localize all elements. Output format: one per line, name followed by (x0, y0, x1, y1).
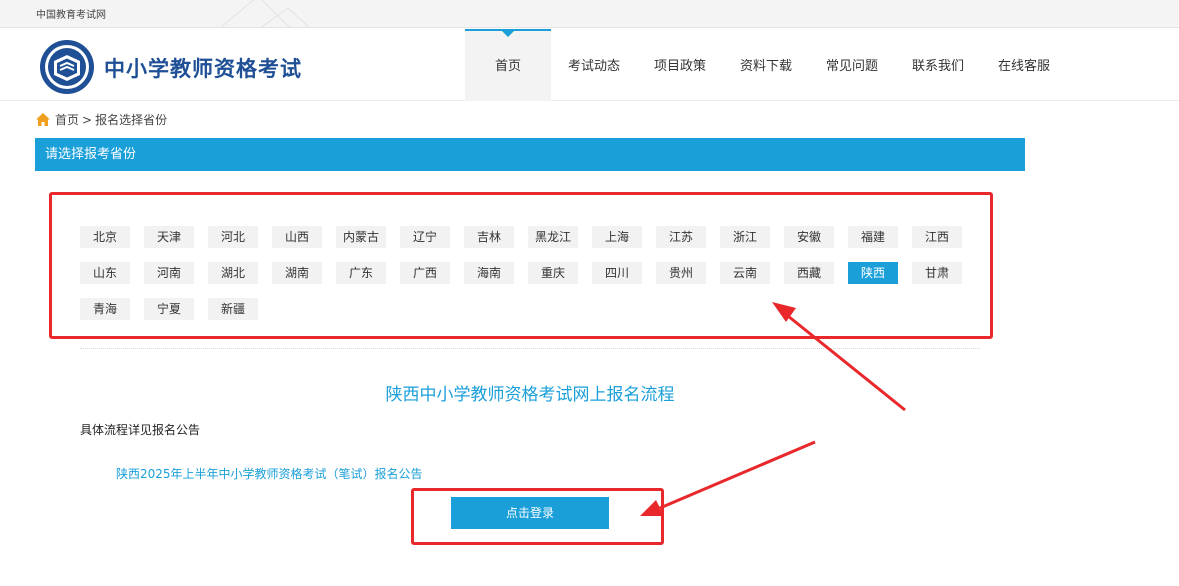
province-button[interactable]: 宁夏 (144, 298, 194, 320)
nav-label: 在线客服 (997, 59, 1050, 74)
registration-notice-link[interactable]: 陕西2025年上半年中小学教师资格考试（笔试）报名公告 (116, 465, 423, 482)
province-button[interactable]: 吉林 (464, 226, 514, 248)
arrow-line-to-login (659, 440, 816, 510)
province-button[interactable]: 湖南 (272, 262, 322, 284)
nav-policy[interactable]: 项目政策 (637, 29, 723, 101)
province-button[interactable]: 江苏 (656, 226, 706, 248)
province-button[interactable]: 青海 (80, 298, 130, 320)
nav-label: 考试动态 (567, 59, 620, 74)
province-button[interactable]: 黑龙江 (528, 226, 578, 248)
province-button[interactable]: 北京 (80, 226, 130, 248)
province-button[interactable]: 安徽 (784, 226, 834, 248)
nav-faq[interactable]: 常见问题 (809, 29, 895, 101)
flow-title: 陕西中小学教师资格考试网上报名流程 (385, 385, 675, 405)
province-button[interactable]: 内蒙古 (336, 226, 386, 248)
province-button[interactable]: 甘肃 (912, 262, 962, 284)
province-button[interactable]: 广西 (400, 262, 450, 284)
province-row: 北京 天津 河北 山西 内蒙古 辽宁 吉林 黑龙江 上海 江苏 浙江 安徽 福建 江西 (80, 226, 980, 248)
province-button[interactable]: 贵州 (656, 262, 706, 284)
province-grid: 北京 天津 河北 山西 内蒙古 辽宁 吉林 黑龙江 上海 江苏 浙江 安徽 福建 江西 山东 河南 湖北 湖南 广东… (80, 226, 980, 334)
nav-label: 项目政策 (653, 59, 706, 74)
province-row: 山东 河南 湖北 湖南 广东 广西 海南 重庆 四川 贵州 云南 西藏 陕西 甘肃 (80, 262, 980, 284)
site-header: 中小学教师资格考试 首页 考试动态 项目政策 资料下载 常见问题 联系我们 在线… (0, 29, 1179, 101)
province-button[interactable]: 西藏 (784, 262, 834, 284)
main-nav: 首页 考试动态 项目政策 资料下载 常见问题 联系我们 在线客服 (465, 29, 1067, 101)
province-button[interactable]: 山西 (272, 226, 322, 248)
province-panel-title: 请选择报考省份 (35, 138, 1025, 171)
decorative-lines (220, 0, 310, 27)
nav-label: 首页 (494, 59, 521, 74)
province-button[interactable]: 江西 (912, 226, 962, 248)
nav-label: 资料下载 (739, 59, 792, 74)
province-button[interactable]: 广东 (336, 262, 386, 284)
breadcrumb-separator: > (82, 112, 93, 127)
nav-online-service[interactable]: 在线客服 (981, 29, 1067, 101)
province-button[interactable]: 浙江 (720, 226, 770, 248)
nav-label: 常见问题 (825, 59, 878, 74)
province-button[interactable]: 上海 (592, 226, 642, 248)
province-button[interactable]: 辽宁 (400, 226, 450, 248)
nav-exam-news[interactable]: 考试动态 (551, 29, 637, 101)
province-button[interactable]: 重庆 (528, 262, 578, 284)
province-button[interactable]: 四川 (592, 262, 642, 284)
dotted-divider (80, 348, 980, 349)
top-bar: 中国教育考试网 (0, 0, 1179, 28)
arrow-head-to-login-icon (640, 500, 664, 516)
site-name: 中国教育考试网 (36, 10, 106, 21)
flow-subtitle: 具体流程详见报名公告 (80, 423, 201, 437)
home-icon (36, 113, 50, 126)
nav-label: 联系我们 (911, 59, 964, 74)
province-button[interactable]: 海南 (464, 262, 514, 284)
province-button[interactable]: 河南 (144, 262, 194, 284)
brand-title: 中小学教师资格考试 (104, 57, 302, 81)
breadcrumb-home-link[interactable]: 首页 (55, 111, 79, 128)
exam-logo-icon (40, 40, 94, 94)
active-caret-icon (502, 31, 514, 37)
login-button[interactable]: 点击登录 (451, 497, 609, 529)
province-button[interactable]: 天津 (144, 226, 194, 248)
province-button[interactable]: 湖北 (208, 262, 258, 284)
province-button[interactable]: 云南 (720, 262, 770, 284)
breadcrumb: 首页 > 报名选择省份 (36, 111, 167, 128)
province-button[interactable]: 河北 (208, 226, 258, 248)
province-button[interactable]: 福建 (848, 226, 898, 248)
province-button[interactable]: 山东 (80, 262, 130, 284)
nav-contact[interactable]: 联系我们 (895, 29, 981, 101)
nav-home[interactable]: 首页 (465, 29, 551, 101)
province-button[interactable]: 陕西 (848, 262, 898, 284)
nav-downloads[interactable]: 资料下载 (723, 29, 809, 101)
breadcrumb-current: 报名选择省份 (95, 113, 168, 127)
province-button[interactable]: 新疆 (208, 298, 258, 320)
province-row: 青海 宁夏 新疆 (80, 298, 980, 320)
